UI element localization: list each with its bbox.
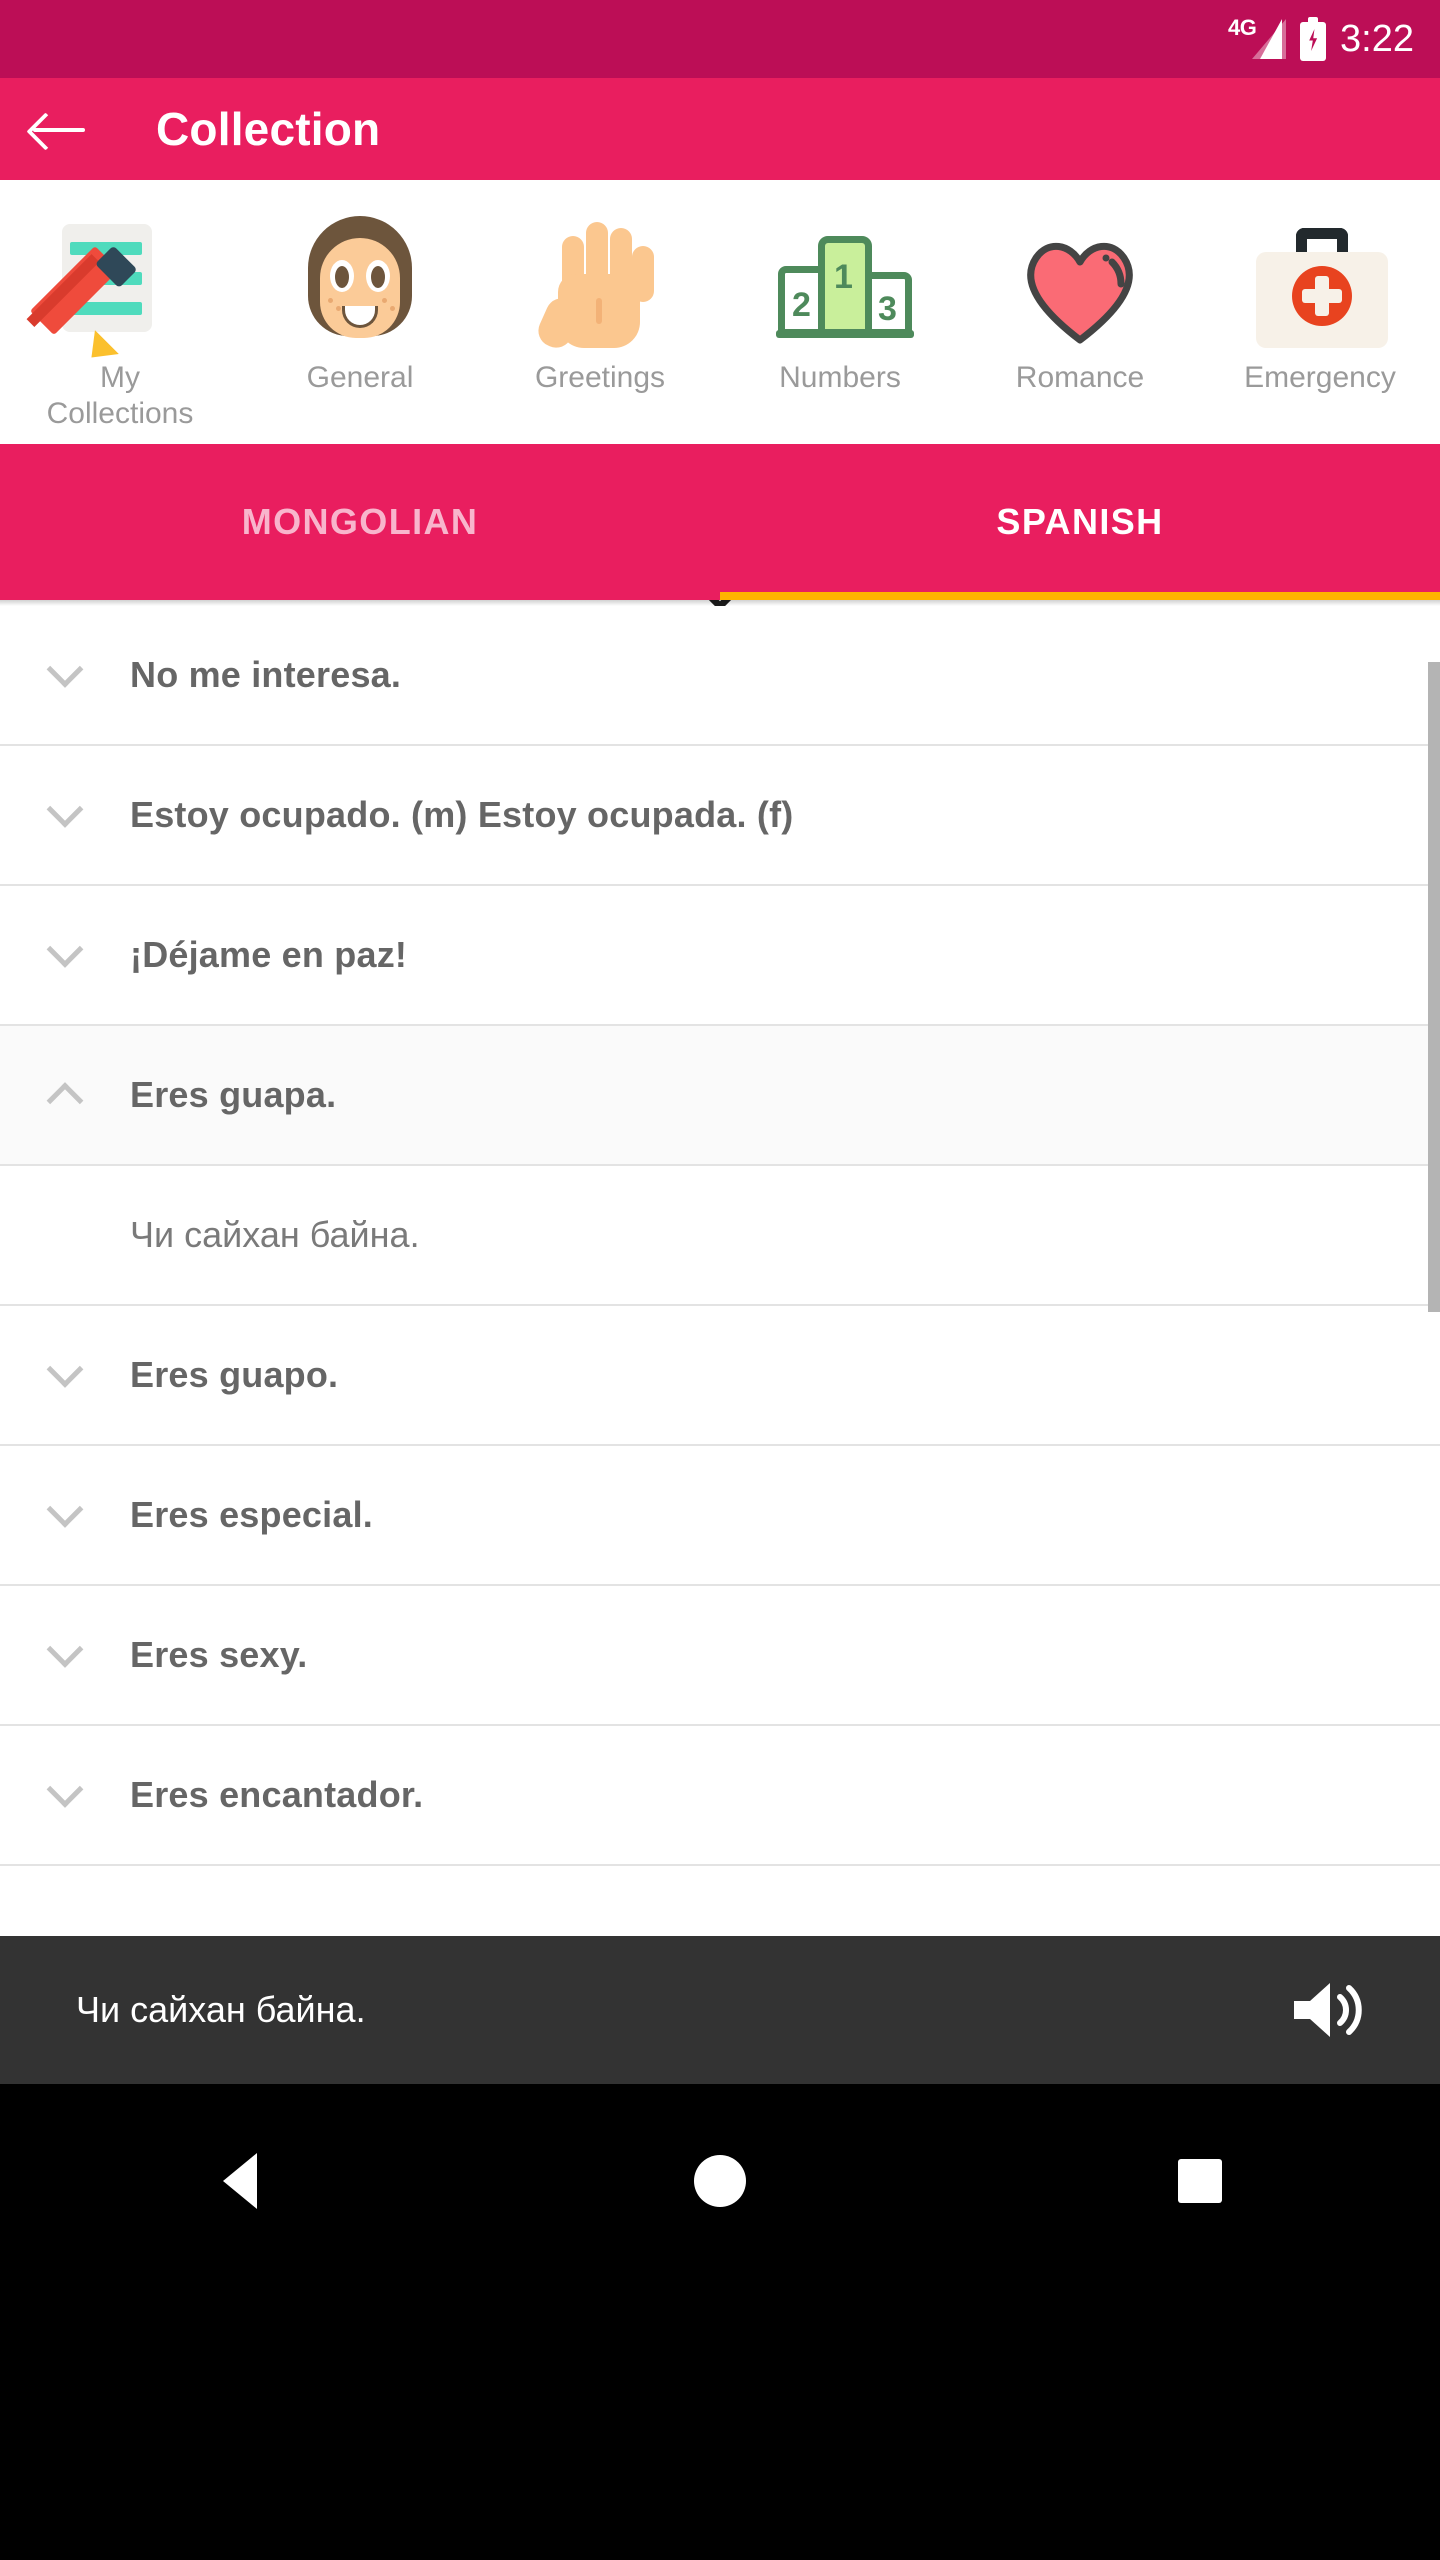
list-item[interactable]: Eres especial.: [0, 1446, 1440, 1586]
podium-rank-2: 2: [792, 286, 811, 324]
back-arrow-icon: [31, 109, 87, 149]
list-item[interactable]: ¡Déjame en paz!: [0, 886, 1440, 1026]
category-item-numbers[interactable]: 2 1 3 Numbers: [720, 202, 960, 432]
podium-rank-1: 1: [834, 258, 853, 296]
phrase-text: ¡Déjame en paz!: [130, 934, 408, 975]
phrase-text: No me interesa.: [130, 654, 402, 695]
expand-toggle[interactable]: [0, 1490, 130, 1528]
chevron-down-icon: [46, 930, 84, 968]
nav-home-button[interactable]: [620, 2136, 820, 2226]
chevron-down-icon: [46, 650, 84, 688]
category-item-general[interactable]: General: [240, 202, 480, 432]
chevron-down-icon: [46, 790, 84, 828]
chevron-down-icon: [46, 1770, 84, 1808]
category-label: Romance: [1015, 361, 1145, 394]
notepad-pencil-icon: [26, 202, 196, 354]
tab-active-indicator: [720, 592, 1440, 600]
phrase-text: Eres sexy.: [130, 1634, 308, 1675]
list-item[interactable]: No me interesa.: [0, 606, 1440, 746]
girl-face-icon: [284, 202, 436, 354]
category-item-my-collections[interactable]: My Collections: [0, 202, 240, 432]
language-tab-bar: MONGOLIAN SPANISH: [0, 444, 1440, 600]
tab-mongolian[interactable]: MONGOLIAN: [0, 444, 720, 600]
category-label: Numbers: [779, 361, 901, 394]
list-item[interactable]: Eres encantador.: [0, 1726, 1440, 1866]
list-scrollbar[interactable]: [1428, 662, 1440, 1312]
list-item[interactable]: Estoy ocupado. (m) Estoy ocupada. (f): [0, 746, 1440, 886]
nav-home-circle-icon: [694, 2155, 746, 2207]
tab-label: MONGOLIAN: [241, 501, 479, 542]
chevron-down-icon: [46, 1350, 84, 1388]
nav-recents-square-icon: [1178, 2159, 1222, 2203]
first-aid-kit-icon: [1244, 202, 1396, 354]
nav-back-button[interactable]: [140, 2136, 340, 2226]
expand-toggle[interactable]: [0, 1770, 130, 1808]
battery-charging-icon: [1300, 17, 1327, 61]
category-panel: My Collections General Greetings 2 1 3 N…: [0, 180, 1440, 612]
status-bar: 4G 3:22: [0, 0, 1440, 78]
category-item-emergency[interactable]: Emergency: [1200, 202, 1440, 432]
player-phrase-text: Чи сайхан байна.: [76, 1989, 366, 2030]
list-item-translation[interactable]: Чи сайхан байна.: [0, 1166, 1440, 1306]
heart-icon: [1004, 202, 1156, 354]
phrase-text: Eres guapo.: [130, 1354, 339, 1395]
nav-recents-button[interactable]: [1100, 2136, 1300, 2226]
chevron-down-icon: [46, 1490, 84, 1528]
status-bar-clock: 3:22: [1340, 18, 1414, 60]
category-row: My Collections General Greetings 2 1 3 N…: [0, 202, 1440, 432]
expand-toggle[interactable]: [0, 1350, 130, 1388]
nav-back-triangle-icon: [223, 2153, 257, 2209]
page-title: Collection: [156, 103, 381, 155]
expand-toggle[interactable]: [0, 790, 130, 828]
android-nav-bar: [0, 2084, 1440, 2560]
phrase-text: Eres encantador.: [130, 1774, 424, 1815]
phrase-text: Eres especial.: [130, 1494, 373, 1535]
expand-toggle[interactable]: [0, 1630, 130, 1668]
signal-bars-icon: 4G: [1228, 15, 1287, 63]
network-type-label: 4G: [1228, 15, 1257, 40]
podium-icon: 2 1 3: [764, 202, 916, 354]
expand-toggle[interactable]: [0, 650, 130, 688]
audio-player-bar: Чи сайхан байна.: [0, 1936, 1440, 2084]
list-item-expanded[interactable]: Eres guapa.: [0, 1026, 1440, 1166]
category-label: Greetings: [534, 361, 666, 394]
phrase-text: Eres guapa.: [130, 1074, 337, 1115]
chevron-down-icon: [46, 1630, 84, 1668]
phone-screen: 4G 3:22 Collection My Collections Genera…: [0, 0, 1440, 2560]
list-item[interactable]: Eres sexy.: [0, 1586, 1440, 1726]
collapse-toggle[interactable]: [0, 1082, 130, 1120]
translation-text: Чи сайхан байна.: [130, 1214, 420, 1255]
list-item[interactable]: Eres guapo.: [0, 1306, 1440, 1446]
phrase-list[interactable]: No me interesa. Estoy ocupado. (m) Estoy…: [0, 606, 1440, 1936]
category-label: My Collections: [46, 361, 194, 430]
open-hand-icon: [524, 202, 676, 354]
category-label: Emergency: [1244, 361, 1396, 394]
phrase-text: Estoy ocupado. (m) Estoy ocupada. (f): [130, 794, 794, 835]
category-item-greetings[interactable]: Greetings: [480, 202, 720, 432]
podium-rank-3: 3: [878, 290, 897, 328]
expand-toggle[interactable]: [0, 930, 130, 968]
app-bar: Collection: [0, 78, 1440, 180]
chevron-up-icon: [46, 1082, 84, 1120]
speaker-volume-icon[interactable]: [1290, 1979, 1362, 2041]
tab-spanish[interactable]: SPANISH: [720, 444, 1440, 600]
category-item-romance[interactable]: Romance: [960, 202, 1200, 432]
category-label: General: [306, 361, 414, 394]
tab-label: SPANISH: [996, 501, 1164, 542]
back-button[interactable]: [0, 78, 118, 180]
